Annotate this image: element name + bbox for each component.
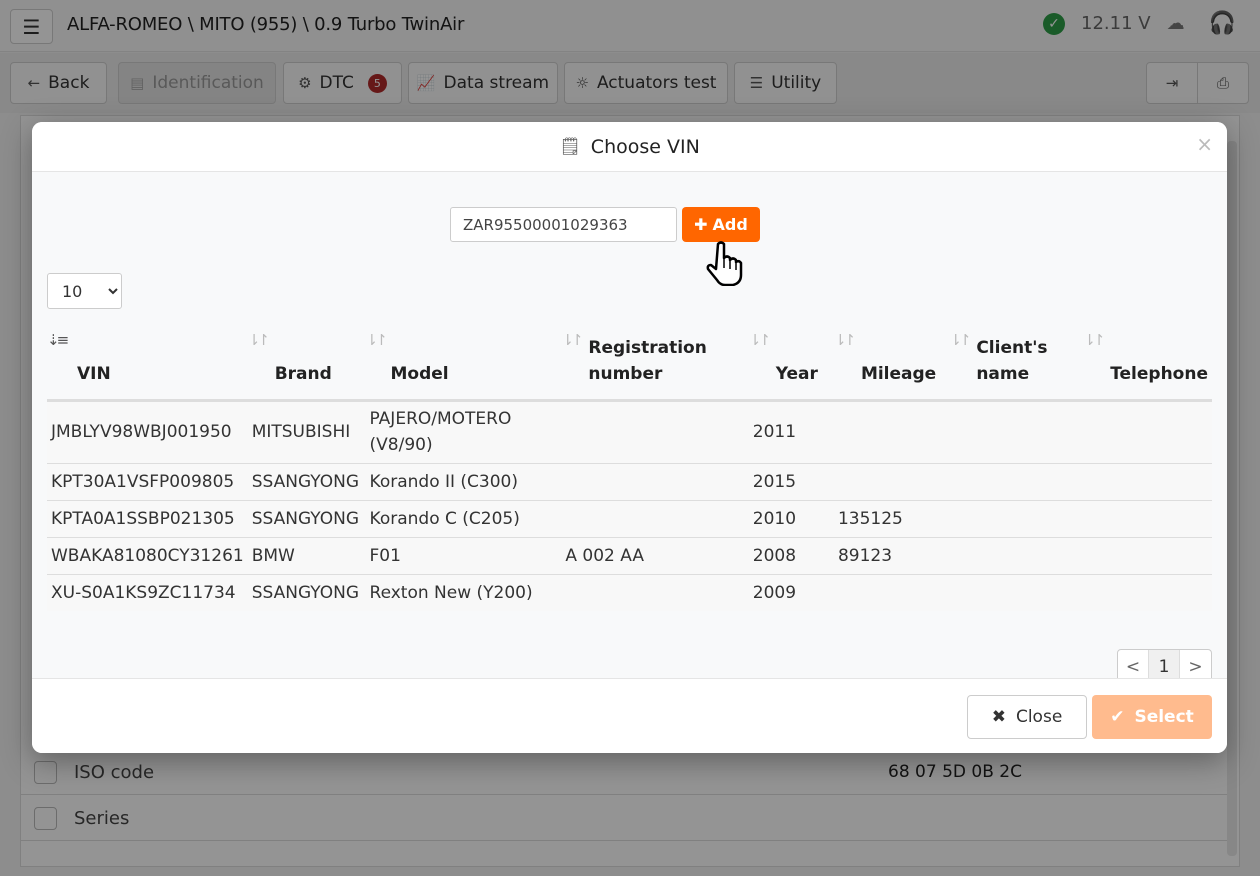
column-label: Mileage bbox=[860, 363, 937, 384]
cell-brand: SSANGYONG bbox=[247, 463, 366, 501]
cell-model: Rexton New (Y200) bbox=[365, 574, 562, 611]
column-label: Telephone bbox=[1110, 363, 1208, 384]
cell-mileage bbox=[833, 574, 950, 611]
cell-vin: KPT30A1VSFP009805 bbox=[47, 463, 248, 501]
modal-title-text: Choose VIN bbox=[590, 135, 700, 158]
table-header-row: ⇣≡ VIN ⇂↾ Brand ⇂↾ Model ⇂↾ Registration… bbox=[47, 317, 1212, 402]
choose-vin-dialog: 🗒 Choose VIN × ✚ Add 10 ⇣≡ VIN bbox=[32, 122, 1227, 753]
cell-model: Korando II (C300) bbox=[365, 463, 562, 501]
column-mileage[interactable]: ⇂↾ Mileage bbox=[833, 317, 950, 402]
times-icon: ✖ bbox=[991, 707, 1006, 727]
cell-mileage bbox=[833, 400, 950, 464]
cell-brand: MITSUBISHI bbox=[247, 400, 366, 464]
modal-body: ✚ Add 10 ⇣≡ VIN ⇂↾ Brand bbox=[32, 172, 1227, 685]
cell-client bbox=[949, 400, 1084, 464]
cell-telephone bbox=[1083, 500, 1212, 538]
column-year[interactable]: ⇂↾ Year bbox=[748, 317, 834, 402]
cell-mileage bbox=[833, 463, 950, 501]
select-button[interactable]: ✔ Select bbox=[1092, 695, 1212, 739]
cell-vin: KPTA0A1SSBP021305 bbox=[47, 500, 248, 538]
cell-year: 2015 bbox=[748, 463, 834, 501]
sort-icon: ⇂↾ bbox=[949, 331, 971, 349]
close-label: Close bbox=[1015, 707, 1063, 727]
cell-client bbox=[949, 463, 1084, 501]
table-row[interactable]: KPT30A1VSFP009805 SSANGYONG Korando II (… bbox=[47, 463, 1212, 501]
cell-brand: SSANGYONG bbox=[247, 500, 366, 538]
column-vin[interactable]: ⇣≡ VIN bbox=[47, 317, 248, 402]
document-add-icon: 🗒 bbox=[559, 136, 581, 157]
table-row[interactable]: XU-S0A1KS9ZC11734 SSANGYONG Rexton New (… bbox=[47, 574, 1212, 611]
cell-client bbox=[949, 574, 1084, 611]
column-label: Registration number bbox=[588, 337, 707, 384]
column-label: VIN bbox=[77, 363, 111, 384]
cell-year: 2011 bbox=[748, 400, 834, 464]
add-vin-button[interactable]: ✚ Add bbox=[682, 207, 760, 242]
cell-brand: SSANGYONG bbox=[247, 574, 366, 611]
table-row[interactable]: KPTA0A1SSBP021305 SSANGYONG Korando C (C… bbox=[47, 500, 1212, 538]
sort-icon: ⇂↾ bbox=[247, 331, 270, 349]
modal-title: 🗒 Choose VIN bbox=[559, 136, 700, 158]
close-button[interactable]: ✖ Close bbox=[967, 695, 1087, 739]
column-label: Client's name bbox=[976, 337, 1048, 384]
column-label: Brand bbox=[274, 363, 332, 384]
cell-year: 2010 bbox=[748, 500, 834, 538]
table-row[interactable]: JMBLYV98WBJ001950 MITSUBISHI PAJERO/MOTE… bbox=[47, 400, 1212, 464]
sort-icon: ⇂↾ bbox=[365, 331, 388, 349]
cell-registration bbox=[561, 400, 749, 464]
cell-telephone bbox=[1083, 400, 1212, 464]
rows-per-page-select[interactable]: 10 bbox=[47, 273, 122, 309]
close-icon[interactable]: × bbox=[1196, 132, 1213, 156]
sort-icon: ⇂↾ bbox=[748, 331, 771, 349]
cell-model: PAJERO/MOTERO (V8/90) bbox=[365, 400, 562, 464]
select-label: Select bbox=[1134, 707, 1194, 727]
cell-model: F01 bbox=[365, 537, 562, 575]
column-client-name[interactable]: ⇂↾ Client's name bbox=[949, 317, 1084, 402]
vin-table: ⇣≡ VIN ⇂↾ Brand ⇂↾ Model ⇂↾ Registration… bbox=[47, 317, 1212, 611]
cell-mileage: 89123 bbox=[833, 537, 950, 575]
check-icon: ✔ bbox=[1110, 707, 1125, 727]
cell-year: 2008 bbox=[748, 537, 834, 575]
cell-vin: WBAKA81080CY31261 bbox=[47, 537, 248, 575]
column-registration[interactable]: ⇂↾ Registration number bbox=[561, 317, 749, 402]
cell-client bbox=[949, 537, 1084, 575]
cell-vin: JMBLYV98WBJ001950 bbox=[47, 400, 248, 464]
cell-telephone bbox=[1083, 537, 1212, 575]
cell-registration bbox=[561, 574, 749, 611]
hand-pointer-cursor-icon bbox=[706, 241, 743, 286]
cell-telephone bbox=[1083, 463, 1212, 501]
vin-input[interactable] bbox=[450, 207, 677, 242]
sort-icon: ⇂↾ bbox=[833, 331, 856, 349]
column-brand[interactable]: ⇂↾ Brand bbox=[247, 317, 366, 402]
modal-footer: ✖ Close ✔ Select bbox=[32, 678, 1227, 753]
cell-registration: A 002 AA bbox=[561, 537, 749, 575]
column-telephone[interactable]: ⇂↾ Telephone bbox=[1083, 317, 1212, 402]
cell-registration bbox=[561, 500, 749, 538]
column-model[interactable]: ⇂↾ Model bbox=[365, 317, 562, 402]
sort-icon: ⇂↾ bbox=[561, 331, 583, 349]
modal-header: 🗒 Choose VIN × bbox=[32, 122, 1227, 172]
column-label: Year bbox=[775, 363, 818, 384]
cell-mileage: 135125 bbox=[833, 500, 950, 538]
cell-vin: XU-S0A1KS9ZC11734 bbox=[47, 574, 248, 611]
cell-registration bbox=[561, 463, 749, 501]
plus-icon: ✚ bbox=[694, 215, 708, 234]
cell-brand: BMW bbox=[247, 537, 366, 575]
cell-client bbox=[949, 500, 1084, 538]
add-label: Add bbox=[712, 215, 748, 234]
cell-year: 2009 bbox=[748, 574, 834, 611]
sort-active-icon: ⇣≡ bbox=[47, 331, 69, 349]
cell-model: Korando C (C205) bbox=[365, 500, 562, 538]
sort-icon: ⇂↾ bbox=[1083, 331, 1105, 349]
cell-telephone bbox=[1083, 574, 1212, 611]
table-row[interactable]: WBAKA81080CY31261 BMW F01 A 002 AA 2008 … bbox=[47, 537, 1212, 575]
column-label: Model bbox=[390, 363, 449, 384]
